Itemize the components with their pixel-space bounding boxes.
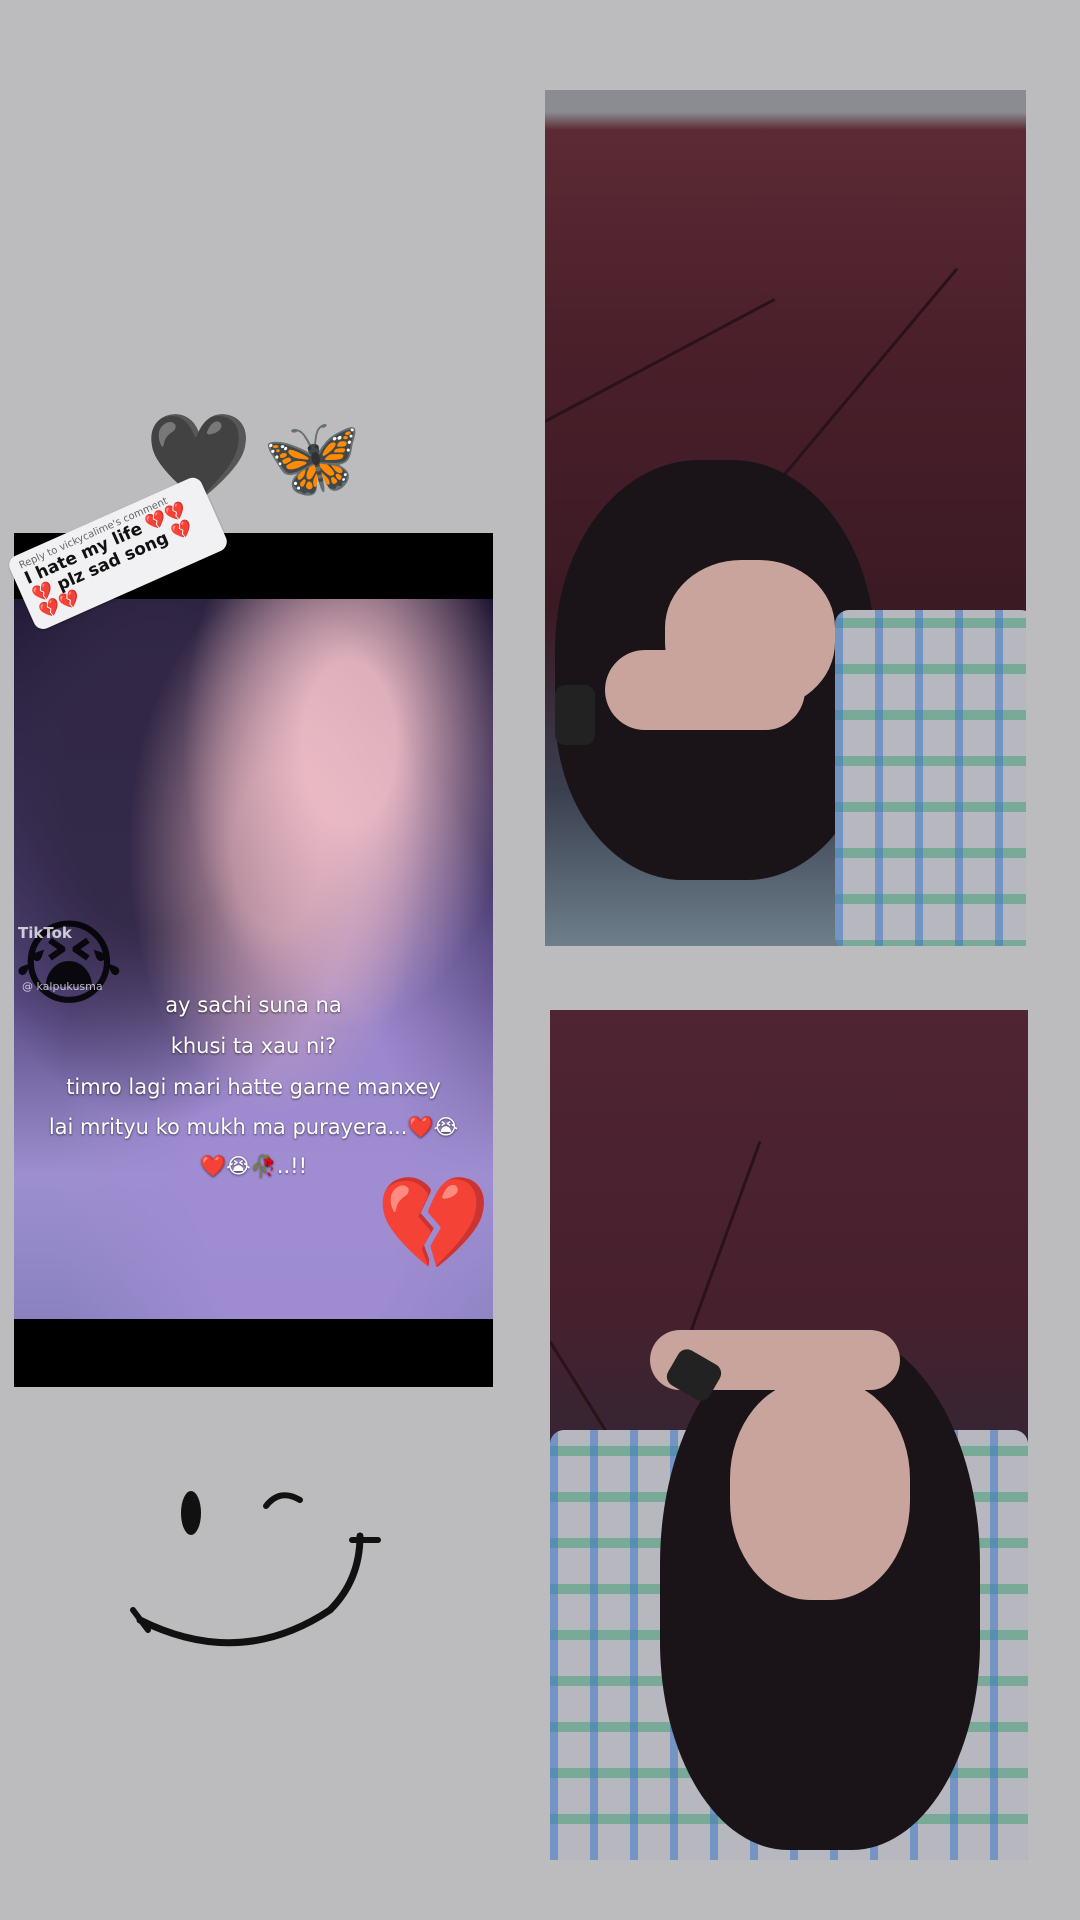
winking-smiley-icon: [130, 1491, 381, 1647]
tiktok-logo: TikTok: [18, 924, 72, 942]
broken-heart-icon: 💔: [376, 1170, 491, 1277]
caption-line-2: khusi ta xau ni?: [170, 1034, 337, 1058]
caption-line-1: ay sachi suna na: [165, 993, 342, 1017]
tiktok-username: @ kalpukusma: [22, 980, 103, 993]
butterfly-icon: 🦋: [262, 411, 362, 504]
photo-bottom-right: [550, 1010, 1028, 1860]
caption-line-4: lai mrityu ko mukh ma purayera...❤️😭: [48, 1115, 459, 1139]
photo-top-right: [545, 90, 1026, 946]
caption-line-3: timro lagi mari hatte garne manxey: [66, 1075, 441, 1099]
